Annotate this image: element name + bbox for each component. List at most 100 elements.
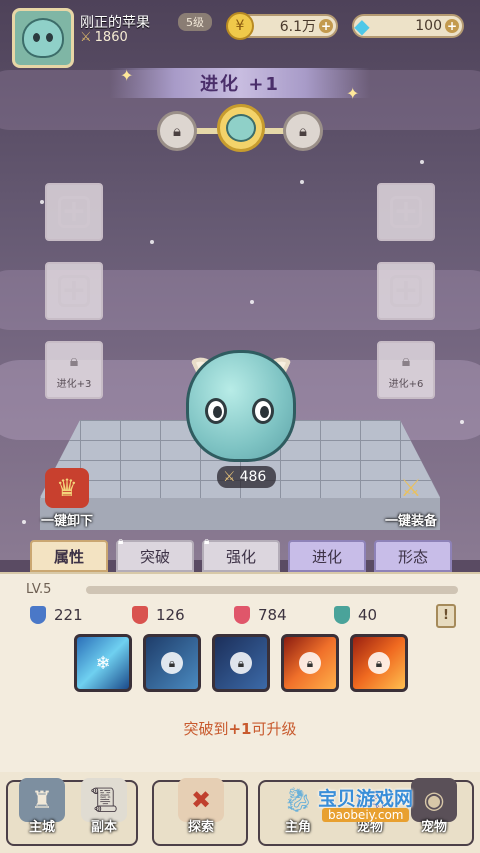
sparkle-icon: ✦ (346, 84, 360, 103)
evolution-banner: 进化 +1 (110, 68, 370, 98)
skill-slot-locked[interactable]: 🔒︎ (212, 634, 270, 692)
equip-slot-left-2[interactable]: + (45, 262, 103, 320)
lock-icon: 🔒︎ (204, 536, 210, 547)
stat-value: 784 (258, 606, 287, 624)
weapons-icon: ⚔ (400, 474, 422, 502)
tab-breakthrough[interactable]: 🔒︎ 突破 (116, 536, 194, 572)
hp-icon (234, 606, 250, 624)
evolution-node-locked-right[interactable]: 🔒︎ (283, 111, 323, 151)
add-diamond-button[interactable]: + (445, 19, 459, 33)
ice-crystal-icon: ❄ (95, 652, 111, 674)
snowflake (300, 180, 304, 184)
player-avatar[interactable] (12, 8, 74, 68)
tab-label: 强化 (225, 547, 256, 566)
skill-slot-locked[interactable]: 🔒︎ (350, 634, 408, 692)
stat-value: 40 (358, 606, 378, 624)
snowflake (460, 420, 464, 424)
tab-enhance[interactable]: 🔒︎ 强化 (202, 536, 280, 572)
equip-all-button[interactable]: ⚔ 一键装备 (366, 468, 456, 529)
stat-value: 126 (156, 606, 185, 624)
nav-label: 宠物 (420, 820, 447, 835)
tab-attributes[interactable]: 属性 (30, 540, 108, 572)
lock-icon: 🔒︎ (173, 122, 181, 140)
hint-suffix: 可升级 (251, 720, 297, 738)
pet-eye-left (205, 398, 227, 424)
sparkle-icon: ✦ (120, 66, 134, 85)
pet-power-value: 486 (239, 469, 267, 485)
nav-label: 副本 (90, 820, 117, 835)
pet-mini-icon (226, 114, 256, 142)
stat-value: 221 (54, 606, 83, 624)
hint-prefix: 突破到 (183, 720, 229, 738)
lock-icon: 🔒︎ (69, 350, 79, 370)
diamond-counter: ◆ 100 + (352, 14, 464, 38)
evolution-node-current[interactable] (217, 104, 265, 152)
equip-slot-right-1[interactable]: + (377, 183, 435, 241)
avatar-face (22, 18, 64, 58)
stat-crit: 126 (132, 606, 185, 624)
site-watermark-url: baobeiy.com (322, 808, 410, 822)
equip-slot-left-1[interactable]: + (45, 183, 103, 241)
swords-icon: ⚔ (80, 30, 92, 45)
lock-icon: 🔒︎ (401, 350, 411, 370)
tab-label: 突破 (139, 547, 170, 566)
nav-main-city[interactable]: ♜ 主城 (12, 778, 72, 842)
add-gold-button[interactable]: + (319, 19, 333, 33)
slot-unlock-label: 进化+3 (56, 378, 92, 390)
info-book-icon[interactable]: ! (436, 604, 456, 628)
plus-icon: + (390, 196, 422, 228)
skill-slot-locked[interactable]: 🔒︎ (143, 634, 201, 692)
unequip-all-button[interactable]: ♛ 一键卸下 (22, 468, 112, 529)
diamond-value: 100 (415, 18, 442, 34)
evolution-title: 进化 +1 (200, 74, 280, 95)
defense-icon (334, 606, 350, 624)
player-power: ⚔ 1860 (80, 30, 128, 45)
experience-bar (86, 586, 458, 594)
crit-icon (132, 606, 148, 624)
nav-label: 主角 (284, 820, 311, 835)
tab-label: 形态 (397, 547, 428, 566)
diamond-icon: ◆ (354, 14, 370, 38)
equip-slot-right-2[interactable]: + (377, 262, 435, 320)
skill-ice-crystal[interactable]: ❄ (74, 634, 132, 692)
nav-label: 探索 (187, 820, 214, 835)
stat-attack: 221 (30, 606, 83, 624)
tab-label: 属性 (53, 547, 84, 566)
tab-form[interactable]: 形态 (374, 540, 452, 572)
pet-character[interactable] (186, 350, 296, 462)
nav-label: 主城 (28, 820, 55, 835)
attribute-panel: LV.5 ! 221 126 784 40 ❄ 🔒︎ 🔒︎ 🔒︎ 🔒︎ 突破到+… (0, 572, 480, 772)
tab-label: 进化 (311, 547, 342, 566)
stat-defense: 40 (334, 606, 377, 624)
swords-icon: ⚔ (223, 469, 236, 485)
equip-all-label: 一键装备 (384, 514, 437, 529)
plus-icon: + (58, 275, 90, 307)
lock-icon: 🔒︎ (299, 652, 321, 674)
lock-icon: 🔒︎ (230, 652, 252, 674)
attack-icon (30, 606, 46, 624)
snowflake (40, 200, 44, 204)
evolution-track: 🔒︎ 🔒︎ (157, 104, 323, 156)
lock-icon: 🔒︎ (299, 122, 307, 140)
tab-evolution[interactable]: 进化 (288, 540, 366, 572)
gold-coin-icon: ¥ (226, 12, 254, 40)
gold-counter: ¥ 6.1万 + (226, 12, 338, 40)
gold-value: 6.1万 (279, 19, 316, 35)
lock-icon: 🔒︎ (368, 652, 390, 674)
stat-hp: 784 (234, 606, 287, 624)
nav-dungeon[interactable]: 📜︎ 副本 (74, 778, 134, 842)
lock-icon: 🔒︎ (161, 652, 183, 674)
hint-value: +1 (228, 720, 252, 738)
player-power-value: 1860 (94, 30, 128, 45)
skill-slot-locked[interactable]: 🔒︎ (281, 634, 339, 692)
equip-slot-left-locked[interactable]: 🔒︎ 进化+3 (45, 341, 103, 399)
equip-slot-right-locked[interactable]: 🔒︎ 进化+6 (377, 341, 435, 399)
plus-icon: + (390, 275, 422, 307)
armor-icon: ♛ (45, 468, 89, 508)
snowflake (250, 300, 254, 304)
evolution-node-locked-left[interactable]: 🔒︎ (157, 111, 197, 151)
lock-icon: 🔒︎ (118, 536, 124, 547)
site-watermark: 宝贝游戏网 (318, 788, 414, 810)
nav-explore[interactable]: ✖ 探索 (168, 778, 234, 842)
pet-power-tag: ⚔ 486 (217, 466, 277, 488)
